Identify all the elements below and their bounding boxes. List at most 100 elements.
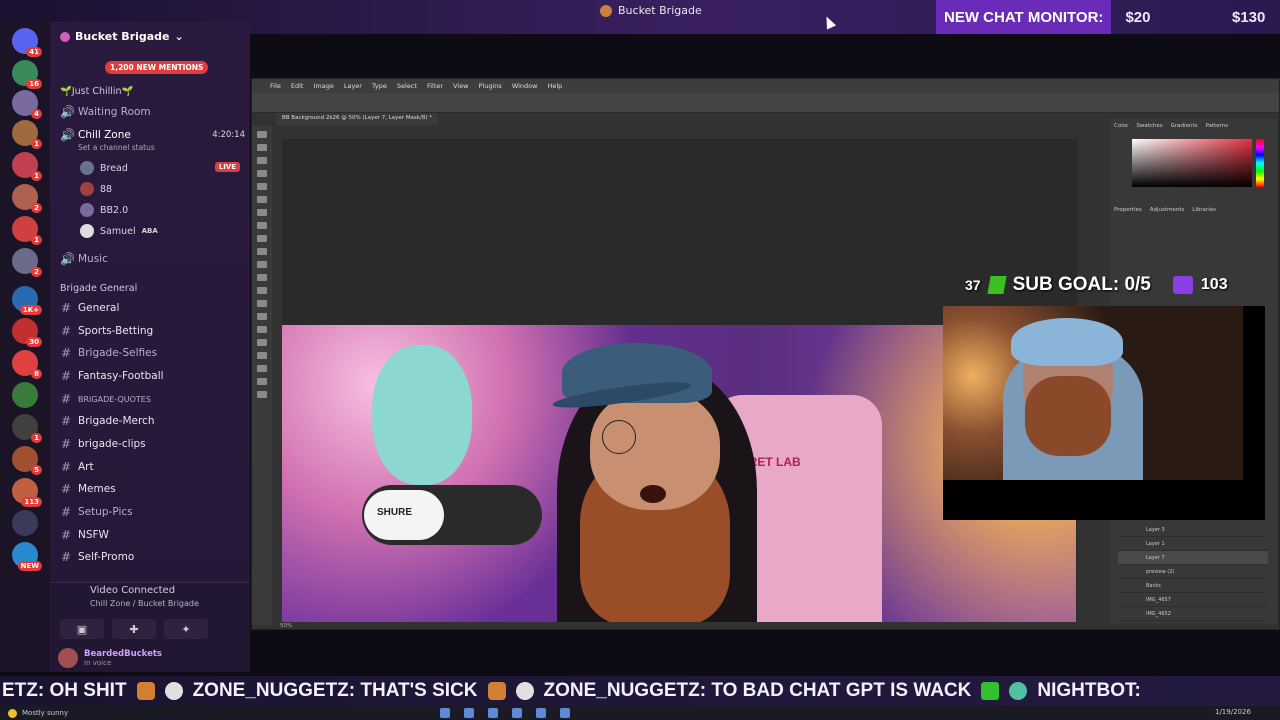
text-channel[interactable]: # Brigade-Selfies <box>60 346 245 360</box>
history-brush-icon[interactable] <box>257 261 267 268</box>
layer-row[interactable]: Layer 1 <box>1118 537 1268 551</box>
voice-user[interactable]: 88 <box>80 182 240 196</box>
taskbar-date[interactable]: 1/19/2026 <box>1215 708 1251 716</box>
layer-row[interactable]: Layer 7 <box>1118 551 1268 565</box>
server-item[interactable]: 1 <box>12 414 42 443</box>
start-icon[interactable] <box>440 708 450 718</box>
menu-layer[interactable]: Layer <box>344 82 362 90</box>
select-tool-icon[interactable] <box>257 170 267 177</box>
text-channel[interactable]: # Memes <box>60 482 245 496</box>
tab-patterns[interactable]: Patterns <box>1205 123 1228 129</box>
options-bar[interactable] <box>252 93 1279 113</box>
path-tool-icon[interactable] <box>257 352 267 359</box>
menu-window[interactable]: Window <box>512 82 538 90</box>
server-item[interactable]: 4 <box>12 90 42 119</box>
server-item[interactable]: 30 <box>12 318 42 347</box>
tab-properties[interactable]: Properties <box>1114 207 1142 213</box>
tab-adjustments[interactable]: Adjustments <box>1150 207 1184 213</box>
app-icon[interactable] <box>536 708 546 718</box>
layer-row[interactable]: Layer 3 <box>1118 523 1268 537</box>
server-item[interactable]: 5 <box>12 446 42 475</box>
server-item[interactable]: 16 <box>12 60 42 89</box>
blur-tool-icon[interactable] <box>257 300 267 307</box>
text-channel[interactable]: # NSFW <box>60 528 245 542</box>
type-tool-icon[interactable] <box>257 339 267 346</box>
server-item[interactable]: 2 <box>12 184 42 213</box>
server-item[interactable]: 1 <box>12 120 42 149</box>
text-channel[interactable]: # BRIGADE-QUOTES <box>60 392 245 406</box>
eyedropper-tool-icon[interactable] <box>257 209 267 216</box>
server-item[interactable]: 1 <box>12 216 42 245</box>
text-channel[interactable]: # General <box>60 301 245 315</box>
voice-user[interactable]: BB2.0 <box>80 203 240 217</box>
tab-color[interactable]: Color <box>1114 123 1128 129</box>
channel-status[interactable]: Set a channel status <box>78 143 263 152</box>
crop-tool-icon[interactable] <box>257 183 267 190</box>
menu-help[interactable]: Help <box>547 82 562 90</box>
menu-select[interactable]: Select <box>397 82 417 90</box>
voice-channel-waiting-room[interactable]: 🔊 Waiting Room <box>60 105 245 119</box>
server-item[interactable]: 1 <box>12 152 42 181</box>
hue-slider[interactable] <box>1256 139 1264 187</box>
server-item[interactable]: 1K+ <box>12 286 42 315</box>
zoom-tool-icon[interactable] <box>257 391 267 398</box>
move-tool-icon[interactable] <box>257 131 267 138</box>
text-channel[interactable]: # Fantasy-Football <box>60 369 245 383</box>
weather-widget[interactable]: Mostly sunny <box>7 709 68 718</box>
text-channel[interactable]: # Self-Promo <box>60 550 245 564</box>
lasso-tool-icon[interactable] <box>257 157 267 164</box>
menu-edit[interactable]: Edit <box>291 82 304 90</box>
brush-tool-icon[interactable] <box>257 235 267 242</box>
app-icon[interactable] <box>560 708 570 718</box>
voice-channel-music[interactable]: 🔊 Music <box>60 252 245 266</box>
camera-button[interactable]: ▣ <box>60 619 104 639</box>
layer-row[interactable]: IMG_4657 <box>1118 593 1268 607</box>
menu-type[interactable]: Type <box>372 82 387 90</box>
eraser-tool-icon[interactable] <box>257 274 267 281</box>
text-channel[interactable]: # Setup-Pics <box>60 505 245 519</box>
server-home[interactable]: 41 <box>12 28 42 57</box>
frame-tool-icon[interactable] <box>257 196 267 203</box>
server-item[interactable]: 113 <box>12 478 42 507</box>
mentions-badge[interactable]: 1,200 NEW MENTIONS <box>105 61 209 74</box>
shape-tool-icon[interactable] <box>257 365 267 372</box>
menu-plugins[interactable]: Plugins <box>479 82 502 90</box>
search-icon[interactable] <box>464 708 474 718</box>
menu-file[interactable]: File <box>270 82 281 90</box>
text-channel[interactable]: # Art <box>60 460 245 474</box>
text-channel[interactable]: # brigade-clips <box>60 437 245 451</box>
voice-location[interactable]: Chill Zone / Bucket Brigade <box>90 599 199 608</box>
tab-libraries[interactable]: Libraries <box>1192 207 1216 213</box>
gradient-tool-icon[interactable] <box>257 287 267 294</box>
text-channel[interactable]: # Brigade-Merch <box>60 414 245 428</box>
activities-button[interactable]: ✚ <box>112 619 156 639</box>
server-name-button[interactable]: Bucket Brigade ⌄ <box>60 30 184 43</box>
zoom-level[interactable]: 50% <box>280 623 292 629</box>
category-just-chillin[interactable]: 🌱Just Chillin🌱 <box>60 86 133 97</box>
server-item[interactable] <box>12 382 38 408</box>
app-icon[interactable] <box>512 708 522 718</box>
server-item[interactable]: 8 <box>12 350 42 379</box>
tab-gradients[interactable]: Gradients <box>1171 123 1198 129</box>
hand-tool-icon[interactable] <box>257 378 267 385</box>
server-item[interactable]: NEW <box>12 542 42 571</box>
app-icon[interactable] <box>488 708 498 718</box>
menu-view[interactable]: View <box>453 82 468 90</box>
menu-image[interactable]: Image <box>313 82 333 90</box>
text-channel[interactable]: # Sports-Betting <box>60 324 245 338</box>
layer-row[interactable]: Backs <box>1118 579 1268 593</box>
voice-channel-chill-zone[interactable]: 🔊 Chill Zone 4:20:14 <box>60 128 245 142</box>
menu-filter[interactable]: Filter <box>427 82 443 90</box>
layer-row[interactable]: IMG_4652 <box>1118 607 1268 621</box>
document-tab[interactable]: BB Background 2k26 @ 50% (Layer 7, Layer… <box>276 113 438 125</box>
user-panel[interactable]: BeardedBuckets In voice <box>50 645 250 671</box>
server-item[interactable]: 2 <box>12 248 42 277</box>
healing-tool-icon[interactable] <box>257 222 267 229</box>
dodge-tool-icon[interactable] <box>257 313 267 320</box>
voice-user[interactable]: Samuel ABA <box>80 224 240 238</box>
color-picker[interactable] <box>1132 139 1252 187</box>
category-brigade-general[interactable]: Brigade General <box>60 283 137 294</box>
server-item[interactable] <box>12 510 38 536</box>
layer-row[interactable]: preview (2) <box>1118 565 1268 579</box>
stamp-tool-icon[interactable] <box>257 248 267 255</box>
